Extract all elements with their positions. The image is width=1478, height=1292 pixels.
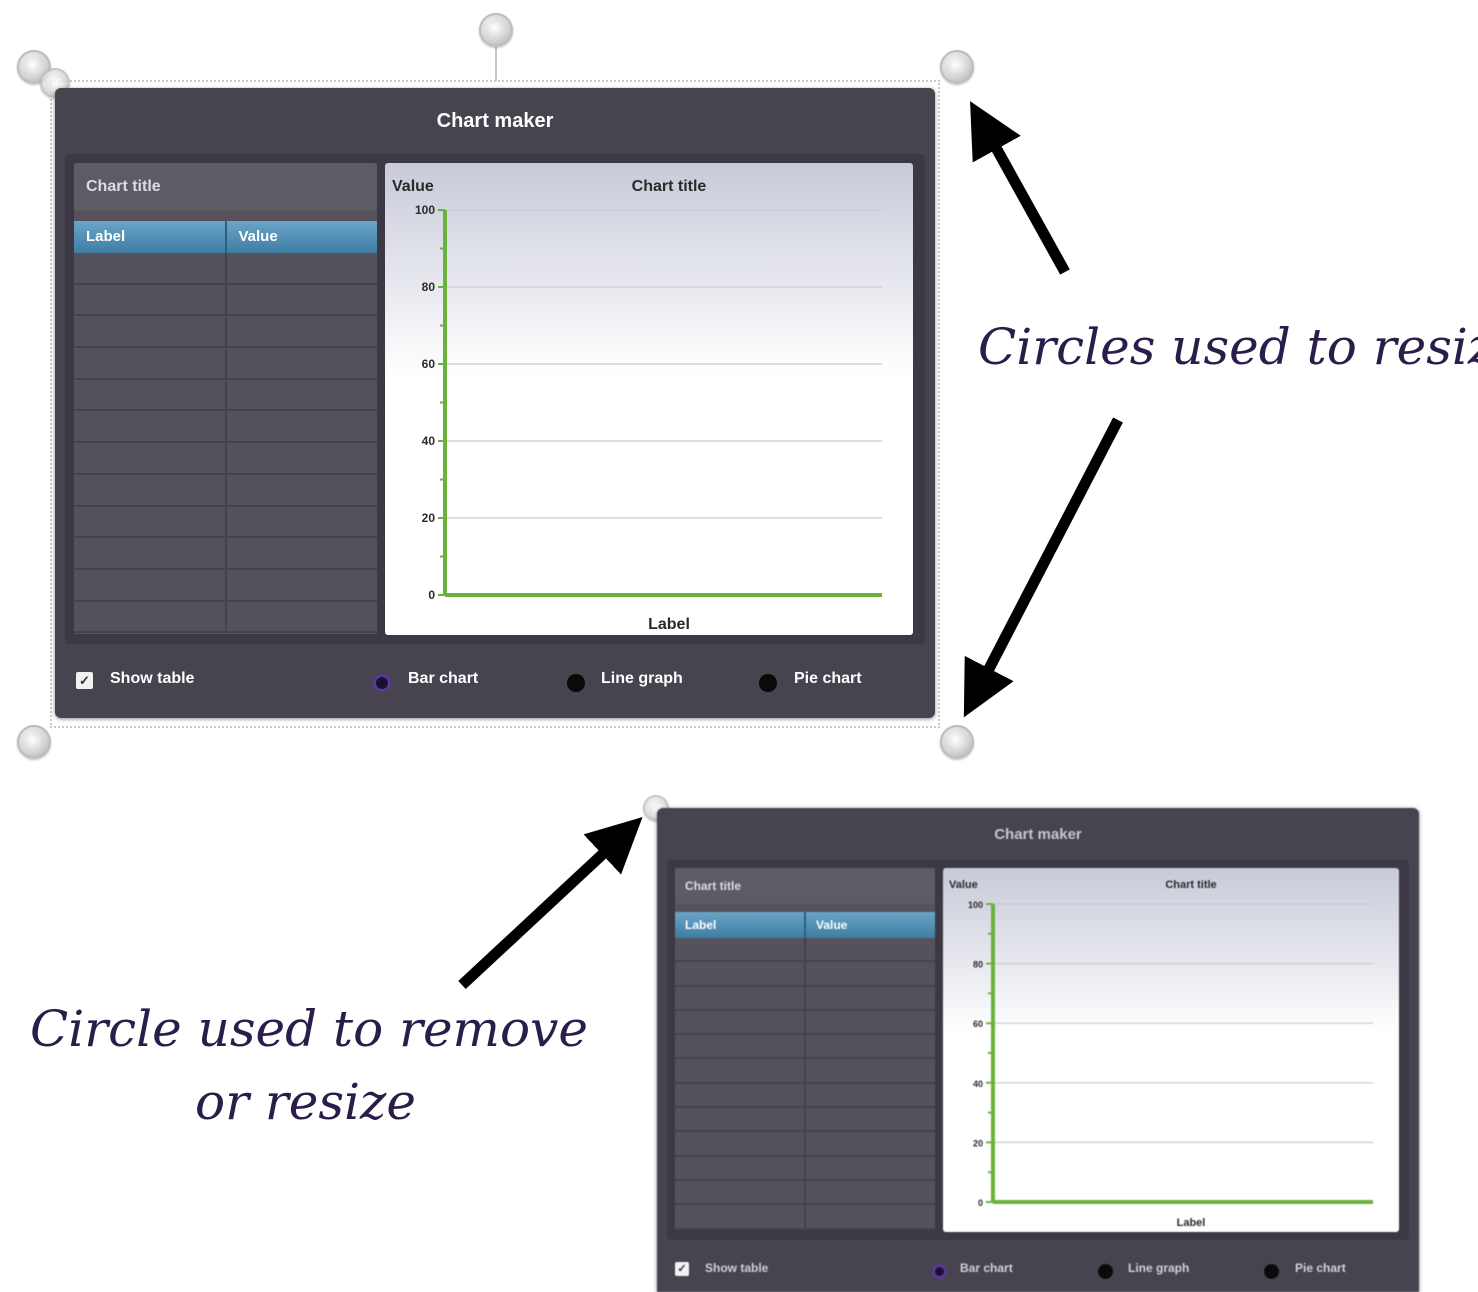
arrow-to-small-widget-handle — [458, 817, 643, 990]
arrow-to-bottom-right-handle — [963, 417, 1123, 718]
resize-note: Circles used to resize — [978, 318, 1478, 376]
arrow-to-top-right-handle — [970, 101, 1070, 275]
remove-note-line-2: or resize — [195, 1073, 416, 1131]
remove-note-line-1: Circle used to remove — [30, 1000, 588, 1058]
